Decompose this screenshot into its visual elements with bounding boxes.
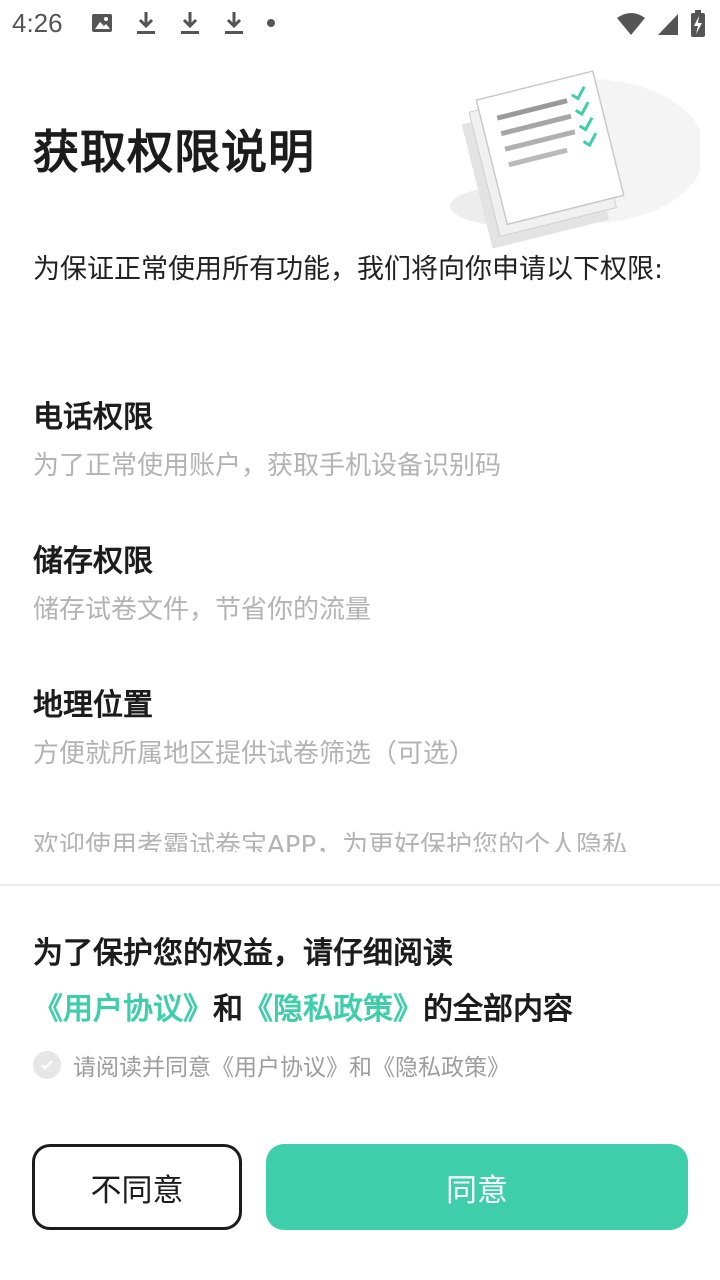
document-illustration (450, 70, 700, 249)
agree-checkbox[interactable] (33, 1051, 61, 1079)
signal-icon (658, 14, 678, 35)
permission-title: 储存权限 (33, 544, 153, 579)
permission-item-storage: 储存权限 储存试卷文件，节省你的流量 (33, 542, 683, 630)
intro-text: 为保证正常使用所有功能，我们将向你申请以下权限: (33, 254, 664, 285)
status-bar: 4:26 (0, 0, 720, 48)
permission-title: 电话权限 (33, 400, 153, 435)
permission-item-location: 地理位置 方便就所属地区提供试卷筛选（可选） (33, 686, 683, 774)
notification-icons (90, 10, 276, 36)
check-icon (41, 1060, 53, 1070)
download-icon (225, 12, 243, 34)
divider (0, 884, 720, 886)
page-title: 获取权限说明 (33, 125, 315, 179)
privacy-policy-link[interactable]: 《隐私政策》 (243, 992, 423, 1027)
wifi-icon (617, 13, 645, 35)
notice-tail: 的全部内容 (423, 992, 573, 1027)
user-agreement-link[interactable]: 《用户协议》 (33, 992, 213, 1027)
notice-line-2: 《用户协议》和《隐私政策》的全部内容 (33, 986, 693, 1034)
image-icon (92, 14, 112, 32)
notice-line-1: 为了保护您的权益，请仔细阅读 (33, 936, 453, 971)
agree-checkbox-row[interactable]: 请阅读并同意《用户协议》和《隐私政策》 (33, 1048, 510, 1082)
notice-and: 和 (213, 992, 243, 1027)
welcome-text: 欢迎使用考霸试卷宝APP，为更好保护您的个人隐私 (33, 831, 629, 852)
permission-desc: 方便就所属地区提供试卷筛选（可选） (33, 739, 476, 769)
scrollable-intro-text[interactable]: 欢迎使用考霸试卷宝APP，为更好保护您的个人隐私 (33, 826, 693, 852)
agreement-notice: 为了保护您的权益，请仔细阅读 《用户协议》和《隐私政策》的全部内容 (33, 930, 693, 1034)
permission-desc: 为了正常使用账户，获取手机设备识别码 (33, 451, 502, 481)
download-icon (181, 12, 199, 34)
status-time: 4:26 (12, 8, 63, 38)
dot-icon (267, 19, 275, 27)
agree-checkbox-label: 请阅读并同意《用户协议》和《隐私政策》 (73, 1055, 510, 1081)
system-icons (616, 10, 706, 38)
battery-charging-icon (691, 10, 705, 37)
permission-item-phone: 电话权限 为了正常使用账户，获取手机设备识别码 (33, 398, 683, 486)
disagree-button[interactable]: 不同意 (32, 1144, 242, 1230)
permission-title: 地理位置 (33, 688, 153, 723)
permission-desc: 储存试卷文件，节省你的流量 (33, 595, 372, 625)
download-icon (137, 12, 155, 34)
agree-button[interactable]: 同意 (266, 1144, 688, 1230)
